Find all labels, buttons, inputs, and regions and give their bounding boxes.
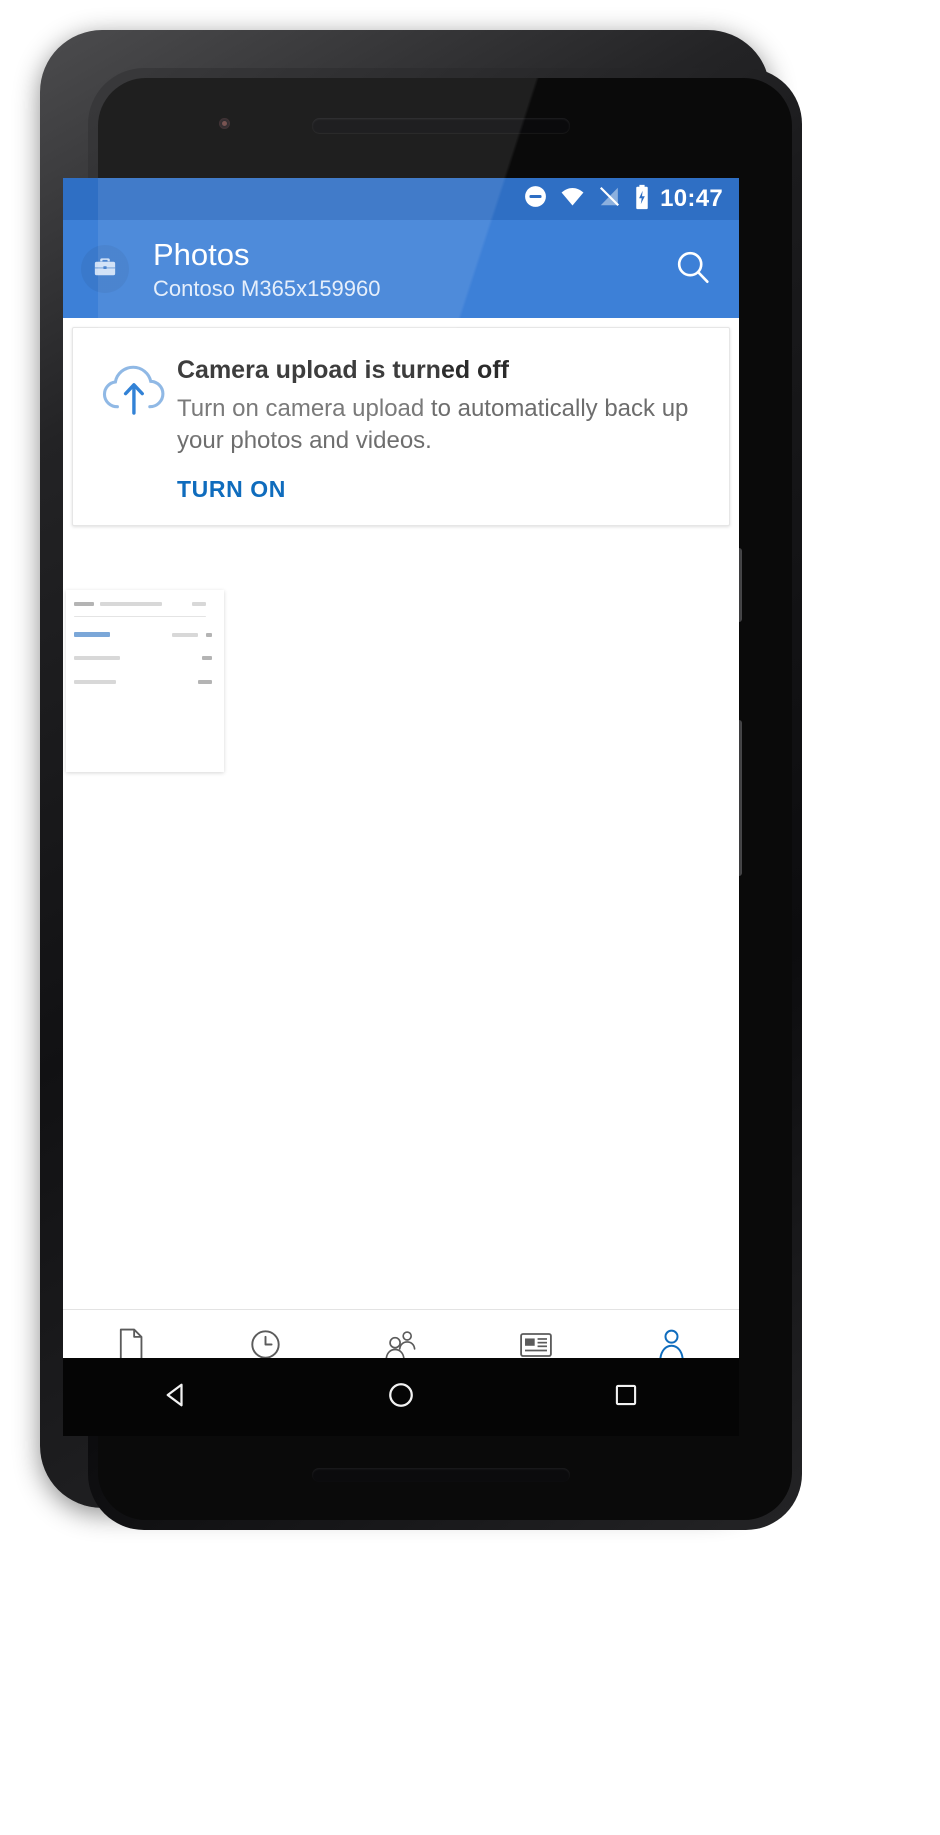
turn-on-button[interactable]: TURN ON bbox=[177, 476, 286, 503]
card-title: Camera upload is turned off bbox=[177, 356, 509, 384]
people-icon bbox=[383, 1326, 419, 1358]
tab-files[interactable]: Files bbox=[63, 1310, 198, 1358]
home-circle-icon bbox=[386, 1380, 416, 1415]
status-bar: 10:47 bbox=[63, 178, 739, 220]
account-avatar[interactable] bbox=[81, 245, 129, 293]
photos-content-area: Camera upload is turned off Turn on came… bbox=[63, 327, 739, 1309]
tab-me[interactable]: Me bbox=[604, 1310, 739, 1358]
tab-shared[interactable]: Shared bbox=[333, 1310, 468, 1358]
recents-square-icon bbox=[612, 1381, 640, 1414]
front-camera-icon bbox=[219, 118, 230, 129]
search-button[interactable] bbox=[667, 243, 719, 295]
search-icon bbox=[672, 246, 714, 293]
do-not-disturb-icon bbox=[523, 184, 548, 214]
app-bar: Photos Contoso M365x159960 bbox=[63, 220, 739, 318]
battery-charging-icon bbox=[633, 184, 651, 215]
sites-icon bbox=[519, 1326, 553, 1359]
card-text-block: Camera upload is turned off Turn on came… bbox=[177, 354, 709, 503]
home-button[interactable] bbox=[356, 1369, 446, 1425]
bottom-navigation-bar: Files Recent Shared bbox=[63, 1309, 739, 1358]
wifi-icon bbox=[559, 184, 586, 214]
photo-thumbnail[interactable] bbox=[66, 590, 224, 772]
account-subtitle: Contoso M365x159960 bbox=[153, 275, 381, 301]
earpiece-speaker bbox=[312, 118, 570, 133]
page-title: Photos bbox=[153, 236, 250, 272]
bottom-speaker bbox=[312, 1468, 570, 1482]
tab-recent[interactable]: Recent bbox=[198, 1310, 333, 1358]
clock-icon bbox=[249, 1326, 282, 1358]
file-icon bbox=[116, 1326, 146, 1358]
briefcase-icon bbox=[91, 253, 119, 286]
status-bar-icons bbox=[523, 184, 651, 215]
app-bar-titles: Photos Contoso M365x159960 bbox=[153, 236, 667, 303]
status-bar-clock: 10:47 bbox=[660, 185, 723, 212]
person-icon bbox=[655, 1326, 688, 1358]
onedrive-app-screen: 10:47 Photos Contoso M365x159960 Camera … bbox=[63, 178, 739, 1358]
card-description: Turn on camera upload to automatically b… bbox=[177, 395, 689, 454]
camera-upload-card: Camera upload is turned off Turn on came… bbox=[72, 327, 730, 526]
tab-sites[interactable]: Sites bbox=[469, 1310, 604, 1358]
recents-button[interactable] bbox=[581, 1369, 671, 1425]
android-system-nav bbox=[63, 1358, 739, 1436]
cellular-signal-off-icon bbox=[597, 184, 622, 214]
back-triangle-icon bbox=[161, 1380, 191, 1415]
back-button[interactable] bbox=[131, 1369, 221, 1425]
cloud-upload-icon bbox=[93, 354, 177, 503]
